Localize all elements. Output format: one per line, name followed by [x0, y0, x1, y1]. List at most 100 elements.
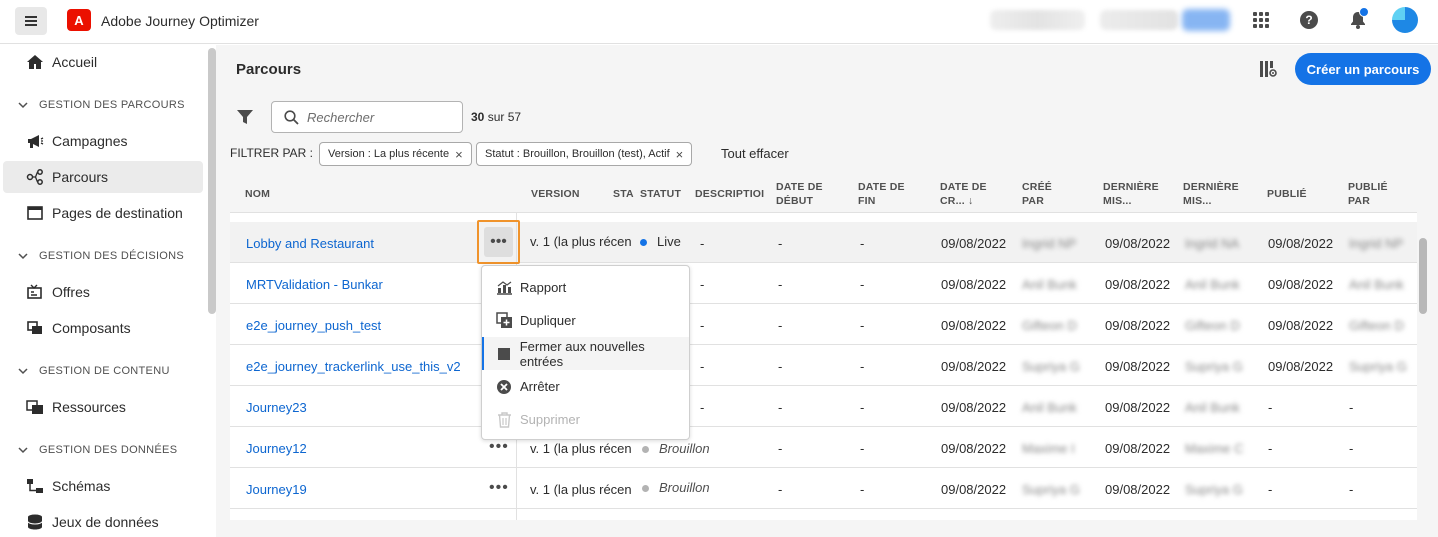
col-header-sta[interactable]: STA [613, 187, 634, 201]
col-header-derniere-modif[interactable]: DERNIÈRE MIS... [1103, 180, 1159, 208]
sidebar-item-campagnes[interactable]: Campagnes [3, 125, 203, 157]
sidebar-item-accueil[interactable]: Accueil [3, 46, 203, 78]
journey-name-link[interactable]: e2e_journey_push_test [246, 318, 381, 333]
end-date-cell: - [860, 318, 865, 333]
section-gestion-contenu[interactable]: GESTION DE CONTENU [18, 365, 170, 377]
more-actions-icon[interactable]: ••• [489, 479, 509, 497]
chevron-down-icon [18, 253, 28, 260]
status-dot [642, 485, 649, 493]
section-gestion-parcours[interactable]: GESTION DES PARCOURS [18, 99, 185, 111]
col-header-date-fin[interactable]: DATE DE FIN [858, 180, 905, 208]
col-header-nom[interactable]: NOM [245, 187, 270, 201]
sidebar-item-parcours[interactable]: Parcours [3, 161, 203, 193]
table-row[interactable]: Journey12 ••• v. 1 (la plus récen Brouil… [230, 427, 1417, 468]
table-scrollbar[interactable] [1419, 238, 1427, 314]
created-by-cell: Supriya G [1022, 359, 1080, 374]
start-date-cell: - [778, 441, 783, 456]
published-by-cell: Gifteon D [1349, 318, 1404, 333]
created-by-cell: Ingrid NP [1022, 236, 1077, 251]
sidebar-item-ressources[interactable]: Ressources [3, 391, 203, 423]
filter-chip-statut[interactable]: Statut : Brouillon, Brouillon (test), Ac… [476, 142, 693, 166]
journey-name-link[interactable]: MRTValidation - Bunkar [246, 277, 383, 292]
published-date-cell: 09/08/2022 [1268, 359, 1334, 374]
section-gestion-decisions[interactable]: GESTION DES DÉCISIONS [18, 250, 184, 262]
modified-date-cell: 09/08/2022 [1105, 359, 1171, 374]
sandbox-switcher[interactable] [1100, 10, 1178, 30]
end-date-cell: - [860, 277, 865, 292]
filter-chip-version[interactable]: Version : La plus récente × [319, 142, 472, 166]
close-icon[interactable]: × [455, 147, 463, 162]
user-avatar[interactable] [1392, 7, 1418, 33]
modified-date-cell: 09/08/2022 [1105, 277, 1171, 292]
modified-by-cell: Anil Bunk [1185, 277, 1240, 292]
app-switcher-icon[interactable] [1253, 12, 1269, 28]
journey-name-link[interactable]: Lobby and Restaurant [246, 236, 374, 251]
org-switcher[interactable] [990, 10, 1085, 30]
megaphone-icon [25, 132, 45, 150]
more-actions-icon[interactable]: ••• [489, 438, 509, 456]
published-date-cell: 09/08/2022 [1268, 277, 1334, 292]
col-header-cree-par[interactable]: CRÉÉ PAR [1022, 180, 1052, 208]
sidebar-item-schemas[interactable]: Schémas [3, 470, 203, 502]
start-date-cell: - [778, 277, 783, 292]
clear-all-link[interactable]: Tout effacer [721, 146, 789, 161]
start-date-cell: - [778, 318, 783, 333]
top-bar: A Adobe Journey Optimizer ? [0, 0, 1438, 44]
modified-by-cell: Supriya G [1185, 482, 1243, 497]
published-by-cell: Anil Bunk [1349, 277, 1404, 292]
table-row[interactable]: e2e_journey_push_test - - - 09/08/2022 G… [230, 304, 1417, 345]
search-input[interactable] [307, 109, 447, 125]
more-actions-button-highlighted[interactable]: ••• [477, 220, 520, 264]
modified-by-cell: Maxime C [1185, 441, 1244, 456]
created-by-cell: Anil Bunk [1022, 400, 1077, 415]
hamburger-menu-button[interactable] [15, 7, 47, 35]
table-row[interactable]: Journey19 ••• v. 1 (la plus récen Brouil… [230, 468, 1417, 509]
col-header-date-debut[interactable]: DATE DE DÉBUT [776, 180, 823, 208]
description-cell: - [700, 277, 705, 292]
menu-item-supprimer[interactable]: Supprimer [482, 403, 689, 436]
create-journey-button[interactable]: Créer un parcours [1295, 53, 1431, 85]
table-row[interactable]: e2e_journey_trackerlink_use_this_v2 - - … [230, 345, 1417, 386]
more-actions-icon[interactable]: ••• [484, 227, 513, 257]
menu-item-rapport[interactable]: Rapport [482, 271, 689, 304]
col-header-publie-par[interactable]: PUBLIÉ PAR [1348, 180, 1388, 208]
col-header-date-creation[interactable]: DATE DE CR... ↓ [940, 180, 987, 208]
section-gestion-donnees[interactable]: GESTION DES DONNÉES [18, 444, 177, 456]
table-row[interactable]: Lobby and Restaurant v. 1 (la plus récen… [230, 222, 1417, 263]
col-header-version[interactable]: VERSION [531, 187, 580, 201]
table-row[interactable]: Journey23 - - - 09/08/2022 Anil Bunk 09/… [230, 386, 1417, 427]
col-header-publie[interactable]: PUBLIÉ [1267, 187, 1307, 201]
menu-item-arreter[interactable]: Arrêter [482, 370, 689, 403]
filter-icon[interactable] [236, 108, 254, 126]
end-date-cell: - [860, 359, 865, 374]
sidebar-item-pages-destination[interactable]: Pages de destination [3, 197, 203, 229]
search-field[interactable] [271, 101, 463, 133]
journey-name-link[interactable]: Journey12 [246, 441, 307, 456]
table-row[interactable]: MRTValidation - Bunkar - - - 09/08/2022 … [230, 263, 1417, 304]
sidebar-item-offres[interactable]: Offres [3, 276, 203, 308]
menu-item-dupliquer[interactable]: Dupliquer [482, 304, 689, 337]
published-date-cell: 09/08/2022 [1268, 236, 1334, 251]
close-icon[interactable]: × [676, 147, 684, 162]
journey-name-link[interactable]: Journey23 [246, 400, 307, 415]
sidebar-scrollbar[interactable] [208, 48, 216, 314]
journey-name-link[interactable]: e2e_journey_trackerlink_use_this_v2 [246, 359, 461, 374]
menu-item-fermer-nouvelles-entrees[interactable]: Fermer aux nouvelles entrées [482, 337, 689, 370]
col-header-statut[interactable]: STATUT [640, 187, 681, 201]
sandbox-badge[interactable] [1182, 9, 1230, 31]
journey-name-link[interactable]: Journey19 [246, 482, 307, 497]
sidebar-item-composants[interactable]: Composants [3, 312, 203, 344]
sidebar-item-jeux-de-donnees[interactable]: Jeux de données [3, 506, 203, 537]
notification-badge [1359, 7, 1369, 17]
adobe-logo[interactable]: A [67, 9, 91, 31]
col-header-derniere-modif-par[interactable]: DERNIÈRE MIS... [1183, 180, 1239, 208]
published-date-cell: - [1268, 400, 1273, 415]
chevron-down-icon [18, 447, 28, 454]
end-date-cell: - [860, 400, 865, 415]
modified-by-cell: Supriya G [1185, 359, 1243, 374]
help-icon[interactable]: ? [1300, 11, 1318, 29]
modified-date-cell: 09/08/2022 [1105, 318, 1171, 333]
col-header-description[interactable]: DESCRIPTIOI [695, 187, 764, 201]
cancel-circle-icon [495, 378, 513, 396]
column-settings-icon[interactable] [1258, 59, 1278, 79]
